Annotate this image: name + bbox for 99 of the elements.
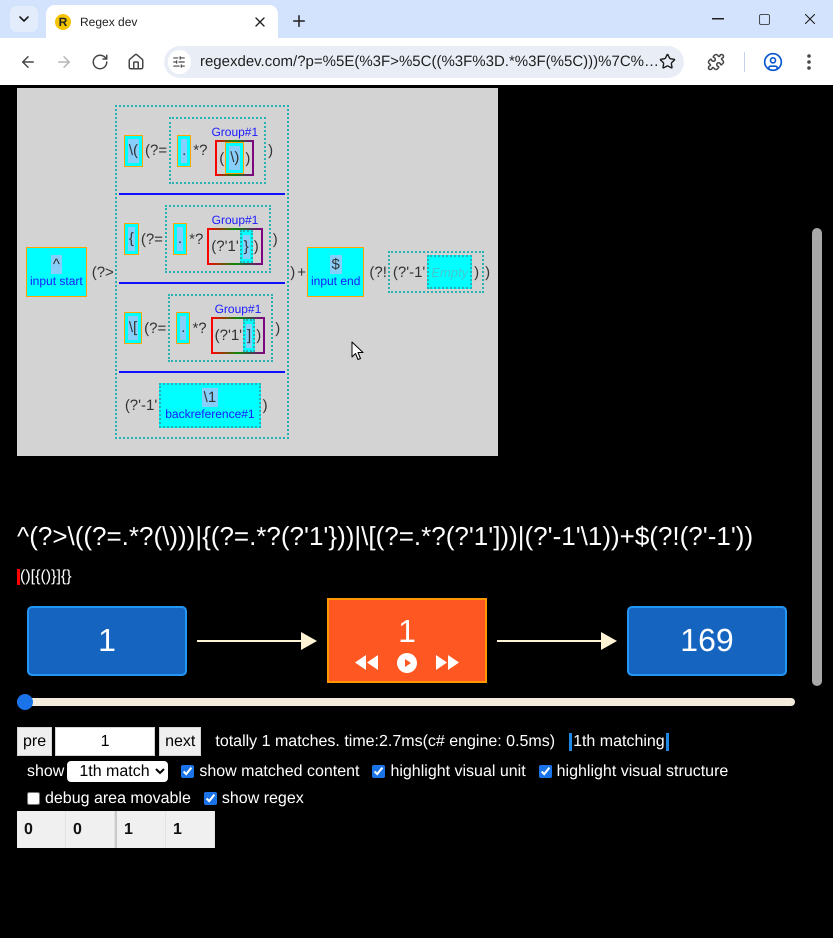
test-string: ()[{()}]{} — [20, 568, 72, 586]
anchor-symbol: $ — [330, 255, 342, 274]
index-cell: 1 — [166, 811, 215, 848]
regex-token: ) — [252, 238, 260, 255]
backreference-symbol: \1 — [202, 388, 218, 407]
previous-button[interactable]: pre — [17, 727, 52, 756]
regex-token: ) — [267, 142, 274, 159]
literal-node: \[ — [124, 312, 142, 344]
puzzle-icon — [707, 52, 725, 70]
play-icon — [397, 652, 417, 672]
home-icon — [127, 52, 145, 70]
mouse-pointer-icon — [351, 341, 364, 361]
fast-forward-icon — [436, 655, 459, 670]
checkbox-label[interactable]: highlight visual unit — [390, 762, 526, 780]
regex-token: (?= — [140, 230, 164, 248]
regex-token: (?'1' — [210, 238, 240, 255]
regex-token: ) — [255, 327, 262, 344]
char-node: ] — [243, 319, 256, 352]
group-label: Group#1 — [212, 213, 258, 228]
step-box[interactable]: 1 — [27, 606, 187, 676]
star-icon — [659, 53, 676, 70]
checkbox[interactable] — [181, 765, 194, 778]
index-cell: 0 — [66, 811, 115, 848]
matching-label: 1th matching — [569, 732, 669, 750]
checkbox-label[interactable]: show matched content — [199, 762, 360, 780]
regex-token: (?= — [143, 320, 168, 336]
plus-icon — [290, 12, 308, 30]
scrollbar-thumb[interactable] — [812, 228, 822, 686]
literal-node: . — [172, 223, 188, 255]
step-box[interactable]: 169 — [627, 606, 787, 676]
checkbox[interactable] — [204, 792, 217, 805]
slider-thumb[interactable] — [17, 694, 33, 710]
regex-token: (?> — [90, 264, 115, 280]
regex-token: ) — [484, 264, 492, 280]
anchor-label: input end — [310, 274, 360, 289]
right-arrow-icon — [197, 632, 317, 650]
regex-token: ) — [262, 397, 269, 414]
cursor-bar-icon — [17, 569, 20, 585]
tab-search-button[interactable] — [10, 6, 38, 32]
regex-token: (?! — [368, 264, 388, 280]
regex-token: *? — [188, 230, 204, 248]
empty-node: Empty — [427, 255, 472, 289]
favicon-icon: R — [55, 14, 71, 30]
regex-token: ) — [274, 320, 282, 336]
url-text: regexdev.com/?p=%5E(%3F>%5C((%3F%3D.*%3F(%5C)))%7C%… — [200, 53, 659, 70]
literal-node: . — [176, 312, 190, 344]
regex-token: *? — [191, 320, 208, 336]
play-button[interactable] — [397, 652, 417, 672]
regex-token: (?'-1' — [392, 264, 426, 280]
browser-tab[interactable]: R Regex dev — [46, 5, 278, 38]
regex-token: (?'-1' — [124, 397, 158, 414]
checkbox-label[interactable]: show regex — [222, 790, 304, 808]
rewind-icon — [355, 655, 378, 670]
rewind-button[interactable] — [355, 655, 378, 670]
index-cell: 1 — [117, 811, 166, 848]
user-icon — [763, 52, 783, 72]
match-summary: totally 1 matches. time:2.7ms(c# engine: 0.5ms) — [215, 732, 556, 750]
group-label: Group#1 — [211, 125, 258, 140]
regex-token: (?'1' — [214, 327, 244, 344]
regex-token: *? — [192, 142, 208, 159]
site-info-button[interactable] — [168, 50, 191, 74]
literal-node: \( — [124, 134, 143, 166]
sliders-icon — [172, 54, 186, 68]
new-tab-button[interactable] — [290, 12, 308, 30]
char-node: } — [240, 230, 253, 263]
next-button[interactable]: next — [159, 727, 202, 756]
literal-node: \) — [225, 142, 244, 174]
checkbox-label[interactable]: highlight visual structure — [556, 762, 728, 780]
reload-icon — [91, 52, 109, 70]
regex-token: + — [296, 264, 307, 280]
show-label: show — [27, 762, 64, 780]
anchor-symbol: ^ — [50, 255, 62, 274]
match-select[interactable]: 1th match — [67, 761, 168, 782]
fast-forward-button[interactable] — [436, 655, 459, 670]
anchor-label: input start — [30, 274, 83, 289]
checkbox[interactable] — [372, 765, 386, 778]
step-value: 1 — [398, 612, 416, 648]
minimize-icon — [712, 18, 724, 20]
checkbox[interactable] — [538, 765, 552, 778]
regex-token: ) — [272, 230, 279, 248]
maximize-icon — [758, 12, 770, 26]
regex-text: ^(?>\((?=.*?(\)))|{(?=.*?(?'1'}))|\[(?=.*?(?'1']))|(?'-1'\1))+$(?!(?'-1')) — [17, 522, 754, 550]
menu-icon — [807, 54, 811, 70]
address-bar[interactable]: regexdev.com/?p=%5E(%3F>%5C((%3F%3D.*%3F(%5C)))%7C%… — [164, 46, 684, 78]
match-number-field[interactable]: 1 — [55, 727, 156, 756]
backreference-label: backreference#1 — [165, 407, 255, 422]
checkbox[interactable] — [27, 792, 40, 805]
index-cell: 0 — [17, 811, 66, 848]
regex-token: ( — [218, 150, 226, 166]
regex-token: (?= — [144, 142, 168, 159]
regex-token: ) — [473, 264, 480, 280]
regex-token: ) — [289, 264, 296, 280]
regex-token: ) — [244, 150, 252, 166]
literal-node: . — [177, 134, 192, 166]
group-label: Group#1 — [214, 302, 262, 317]
right-arrow-icon — [497, 632, 617, 650]
literal-node: { — [124, 223, 139, 255]
bookmark-button[interactable] — [659, 53, 676, 70]
checkbox-label[interactable]: debug area movable — [45, 790, 191, 808]
